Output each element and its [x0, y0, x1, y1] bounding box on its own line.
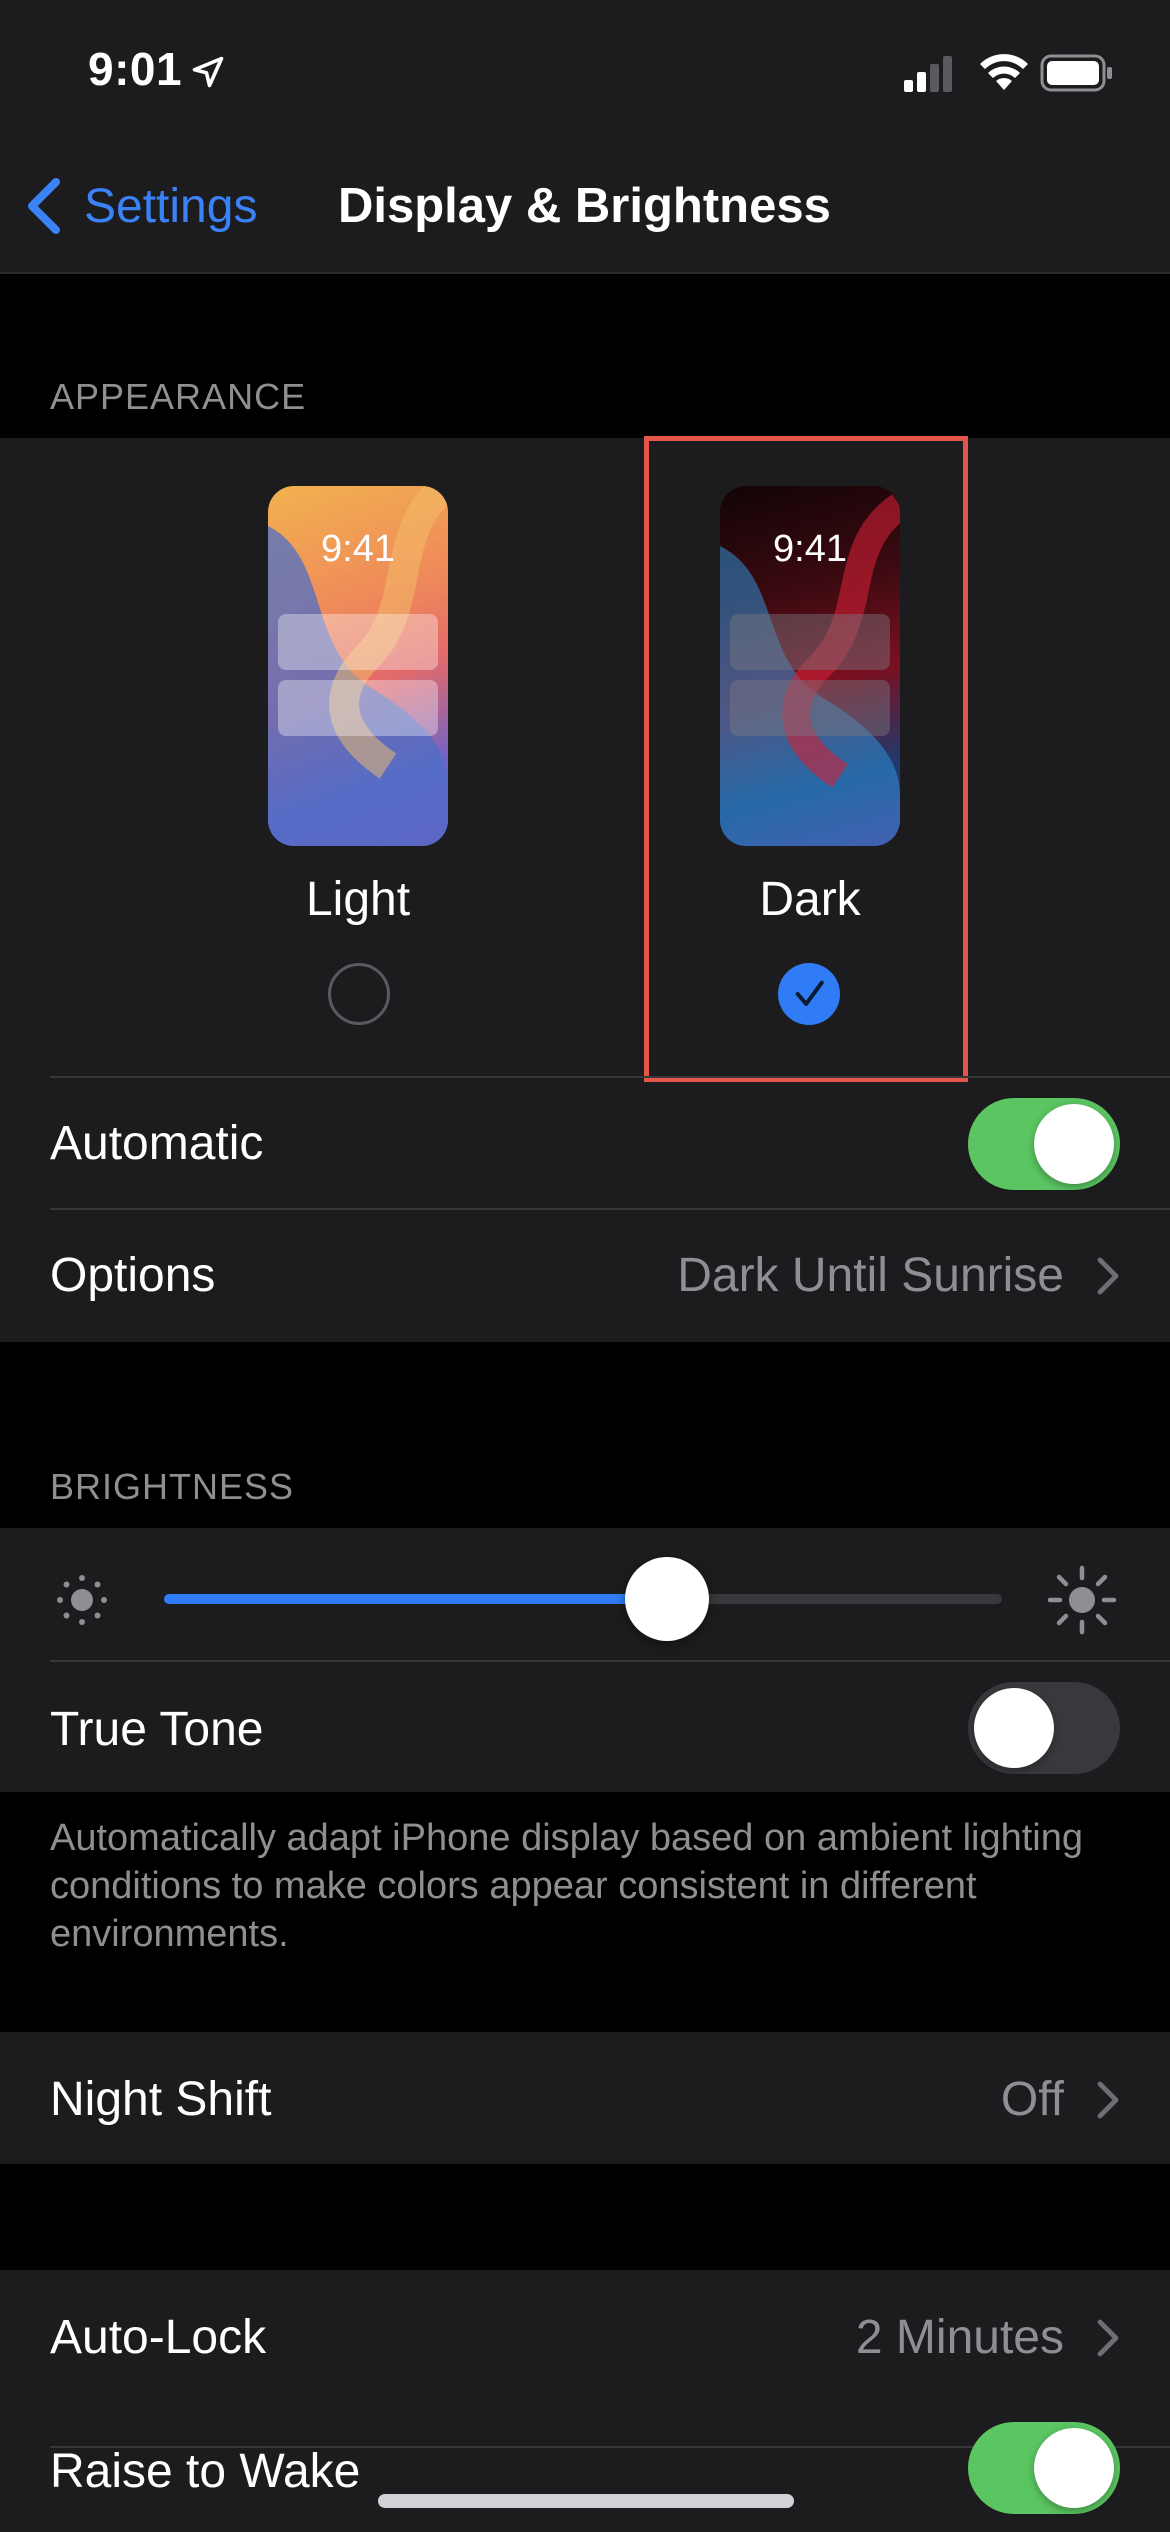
options-label: Options: [50, 1249, 216, 1302]
brightness-slider-thumb[interactable]: [624, 1557, 709, 1641]
automatic-label: Automatic: [50, 1117, 264, 1170]
page-title: Display & Brightness: [338, 179, 831, 233]
home-indicator: [378, 2494, 794, 2508]
light-label: Light: [305, 873, 411, 926]
brightness-slider-fill: [164, 1594, 667, 1604]
appearance-header: APPEARANCE: [50, 376, 307, 417]
auto-lock-row[interactable]: Auto-Lock 2 Minutes: [0, 2270, 1170, 2446]
appearance-option-light[interactable]: 9:41: [268, 486, 448, 846]
cellular-signal-icon: [904, 56, 952, 92]
appearance-group: [0, 438, 1170, 1342]
true-tone-label: True Tone: [50, 1703, 264, 1756]
light-radio[interactable]: [328, 963, 390, 1025]
raise-to-wake-toggle[interactable]: [968, 2422, 1120, 2514]
night-shift-label: Night Shift: [50, 2073, 272, 2126]
sun-large-icon: [1047, 1565, 1117, 1635]
automatic-toggle[interactable]: [968, 1098, 1120, 1190]
back-label: Settings: [84, 179, 258, 233]
true-tone-toggle[interactable]: [968, 1682, 1120, 1774]
row-divider: [50, 1076, 1170, 1078]
brightness-header: BRIGHTNESS: [50, 1466, 295, 1507]
toggle-knob: [1034, 2428, 1114, 2508]
night-shift-row[interactable]: Night Shift Off: [0, 2032, 1170, 2164]
auto-lock-value: 2 Minutes: [855, 2311, 1064, 2364]
selection-highlight-box: [644, 436, 968, 1082]
chevron-left-icon: [28, 178, 60, 234]
location-arrow-icon: [192, 56, 224, 88]
night-shift-value: Off: [1000, 2073, 1064, 2126]
sun-small-icon: [57, 1575, 107, 1625]
chevron-right-icon: [1097, 2081, 1119, 2119]
chevron-right-icon: [1097, 2319, 1119, 2357]
nav-divider: [0, 272, 1170, 274]
toggle-knob: [1034, 1104, 1114, 1184]
chevron-right-icon: [1097, 1257, 1119, 1295]
battery-icon: [1040, 54, 1112, 92]
back-button[interactable]: Settings: [24, 176, 257, 236]
light-preview-card: [278, 680, 438, 736]
raise-to-wake-label: Raise to Wake: [50, 2445, 361, 2498]
toggle-knob: [974, 1688, 1054, 1768]
options-value: Dark Until Sunrise: [677, 1249, 1064, 1302]
true-tone-footnote: Automatically adapt iPhone display based…: [50, 1817, 1083, 1955]
options-row[interactable]: Options Dark Until Sunrise: [0, 1210, 1170, 1340]
light-preview-time: 9:41: [321, 528, 395, 570]
row-divider: [50, 1660, 1170, 1662]
wifi-icon: [980, 54, 1028, 90]
auto-lock-label: Auto-Lock: [50, 2311, 267, 2364]
light-preview-card: [278, 614, 438, 670]
status-time: 9:01: [88, 43, 183, 95]
light-preview: 9:41: [268, 486, 448, 846]
